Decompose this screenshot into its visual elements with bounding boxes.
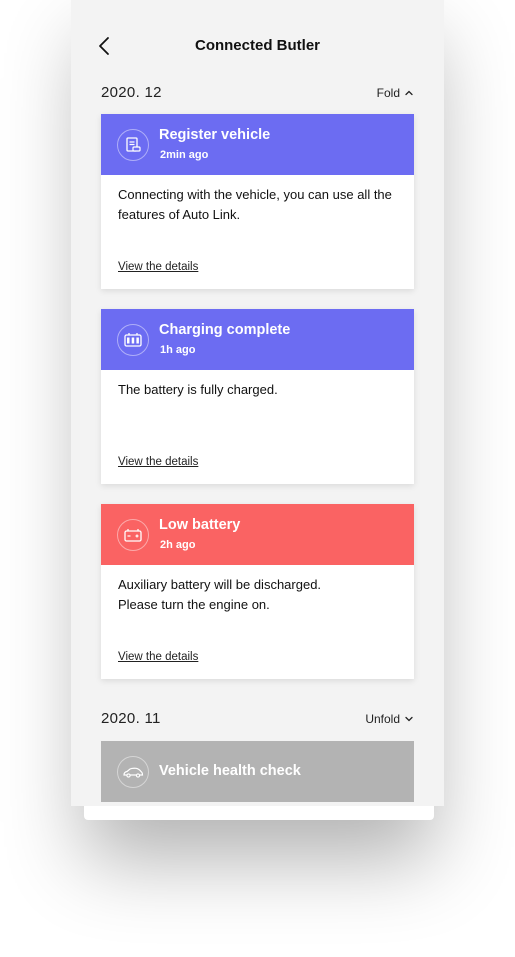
notification-card-register-vehicle[interactable]: Register vehicle 2min ago Connecting wit… [101, 114, 414, 289]
card-title: Register vehicle [159, 127, 271, 143]
card-body: Connecting with the vehicle, you can use… [101, 175, 414, 289]
notification-card-low-battery[interactable]: Low battery 2h ago Auxiliary battery wil… [101, 504, 414, 679]
card-body: Auxiliary battery will be discharged. Pl… [101, 565, 414, 679]
view-details-link[interactable]: View the details [118, 651, 198, 663]
document-car-icon [117, 129, 149, 161]
toggle-label: Fold [376, 86, 400, 100]
card-time: 2min ago [160, 149, 209, 161]
card-header: Low battery 2h ago [101, 504, 414, 565]
app-header: Connected Butler [71, 0, 444, 92]
battery-full-icon [117, 324, 149, 356]
card-message: The battery is fully charged. [118, 382, 278, 397]
notification-card-vehicle-health-check[interactable]: Vehicle health check [101, 741, 414, 802]
card-message: Connecting with the vehicle, you can use… [118, 187, 392, 222]
section-header-2020-12: 2020. 12 Fold [101, 84, 414, 108]
notification-card-charging-complete[interactable]: Charging complete 1h ago The battery is … [101, 309, 414, 484]
card-body: The battery is fully charged. View the d… [101, 370, 414, 484]
card-header: Charging complete 1h ago [101, 309, 414, 370]
card-time: 2h ago [160, 539, 196, 551]
section-date: 2020. 12 [101, 84, 162, 101]
page-title: Connected Butler [194, 37, 320, 54]
phone-screen: Connected Butler 2020. 12 Fold Register … [71, 0, 444, 806]
card-title: Vehicle health check [159, 763, 301, 779]
chevron-up-icon [405, 90, 413, 96]
card-time: 1h ago [160, 344, 196, 356]
section-date: 2020. 11 [101, 710, 161, 727]
card-header: Vehicle health check [101, 741, 414, 802]
card-title: Charging complete [159, 322, 291, 338]
car-icon [117, 756, 149, 788]
view-details-link[interactable]: View the details [118, 456, 198, 468]
card-title: Low battery [159, 517, 241, 533]
view-details-link[interactable]: View the details [118, 261, 198, 273]
car-battery-icon [117, 519, 149, 551]
card-message: Auxiliary battery will be discharged. Pl… [118, 577, 322, 612]
fold-toggle[interactable]: Fold [377, 86, 414, 100]
section-header-2020-11: 2020. 11 Unfold [101, 710, 414, 734]
unfold-toggle[interactable]: Unfold [365, 712, 414, 726]
toggle-label: Unfold [365, 712, 400, 726]
chevron-down-icon [405, 716, 413, 722]
card-header: Register vehicle 2min ago [101, 114, 414, 175]
